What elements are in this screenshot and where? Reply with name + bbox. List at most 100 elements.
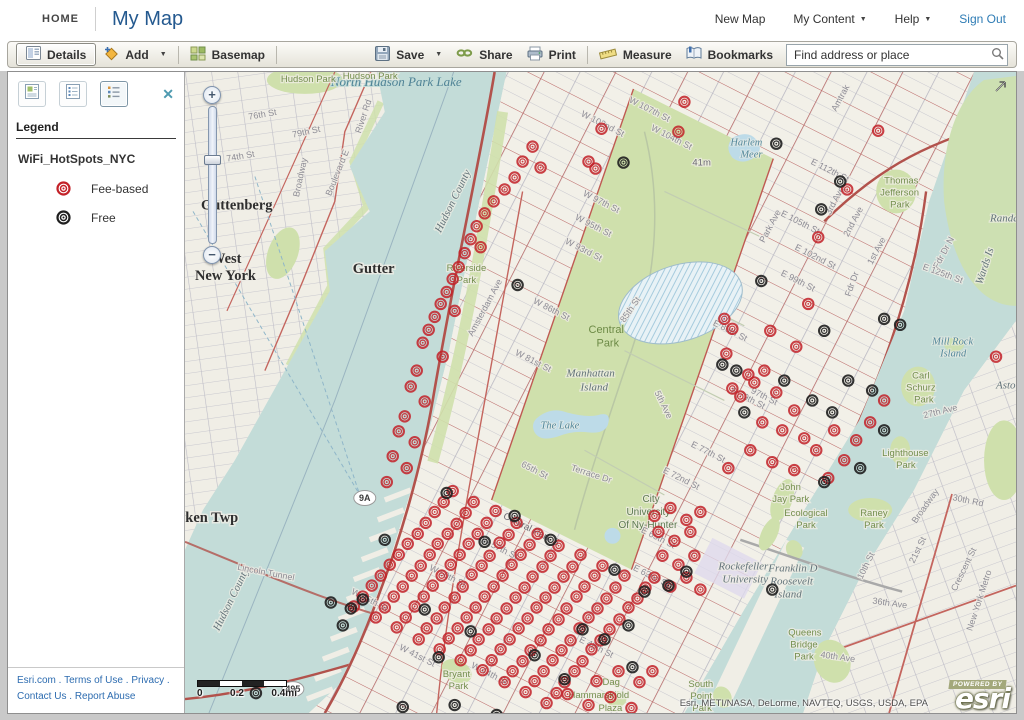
footer-link[interactable]: Terms of Use [64,675,123,686]
zoom-in-button[interactable]: + [203,86,221,104]
map-label: Park [890,199,910,210]
map-label: Bridge [790,639,817,650]
tab-contents[interactable] [59,81,87,107]
bookmarks-label: Bookmarks [707,47,773,62]
search-input[interactable] [792,46,991,63]
map-toolbar: Details Add ▼ Basemap Save ▼ Share Print [7,41,1017,68]
footer-link[interactable]: Privacy [131,675,164,686]
map-label: Park [914,394,934,405]
map-label: Bryant [443,669,471,680]
legend-heading: Legend [16,116,176,139]
nav-help-label: Help [894,12,920,26]
basemap-icon [190,46,206,64]
map-label: Lighthouse [882,448,928,459]
map-label: Manhattan [566,368,616,380]
details-icon [26,46,41,63]
scale-label: 0.2 [230,688,244,699]
esri-logo: POWERED BY esri [947,679,1011,712]
details-button[interactable]: Details [16,43,97,66]
chevron-down-icon: ▼ [924,15,932,23]
content-area: ✕ Legend WiFi_HotSpots_NYC Fee-based Fre… [7,71,1017,714]
highway-shield: 9A [353,490,377,506]
footer-link[interactable]: Report Abuse [75,691,136,702]
toolbar-row: Details Add ▼ Basemap Save ▼ Share Print [0,38,1024,71]
search-box [786,43,1008,66]
map-label: Astoria [995,380,1016,392]
zoom-slider-handle[interactable] [203,155,221,165]
map-label: Raney [860,508,888,519]
nav-my-content[interactable]: My Content ▼ [793,12,866,26]
add-icon [103,46,119,64]
print-label: Print [548,47,576,62]
share-label: Share [479,47,513,62]
map-canvas[interactable]: North Hudson Park LakeHudson Park Hudson … [185,72,1016,713]
print-button[interactable]: Print [520,44,583,66]
tab-about[interactable] [18,81,46,107]
legend-item-label: Free [91,210,116,225]
map-label: Park [796,520,816,531]
contents-icon [66,84,80,104]
fee-based-marker-icon [56,181,71,196]
map-label: New York [195,268,257,284]
map-label: Island [580,382,609,394]
map-label: Franklin D [767,563,817,575]
home-link[interactable]: HOME [42,13,79,25]
map-label: Schurz [906,383,936,394]
map-label: Hammarskjold [569,690,630,701]
zoom-out-button[interactable]: − [203,246,221,264]
save-button[interactable]: Save ▼ [368,44,449,66]
expand-arrow-icon[interactable] [993,78,1009,99]
measure-label: Measure [622,47,672,62]
share-button[interactable]: Share [449,45,519,64]
measure-button[interactable]: Measure [592,44,679,65]
side-panel: ✕ Legend WiFi_HotSpots_NYC Fee-based Fre… [8,72,185,713]
scale-label: 0.4mi [271,688,297,699]
close-icon[interactable]: ✕ [162,87,174,101]
add-button[interactable]: Add ▼ [96,44,173,66]
scale-bar-segments [197,680,287,687]
scale-label: 0 [197,688,203,699]
map-label: City [642,494,659,505]
legend-item-label: Fee-based [91,181,149,196]
toolbar-divider [276,45,277,64]
map-label: University [722,574,768,586]
free-marker-icon [56,210,71,225]
nav-help[interactable]: Help ▼ [895,12,932,26]
search-icon[interactable] [991,47,1004,63]
map-label: Ecological [784,508,827,519]
header-divider [95,7,96,31]
zoom-slider-track[interactable] [203,106,221,244]
map-label: Plaza [599,703,623,713]
powered-by-label: POWERED BY [947,679,1007,689]
zoom-out-icon: − [208,247,216,262]
measure-icon [598,46,618,63]
toolbar-divider [586,45,588,64]
details-label: Details [47,47,87,62]
map-label: Jefferson [880,187,919,198]
footer-link[interactable]: Esri.com [17,675,56,686]
sign-out-link[interactable]: Sign Out [959,12,1006,26]
map-label: The Lake [541,420,580,431]
layer-name: WiFi_HotSpots_NYC [18,152,136,166]
svg-text:9A: 9A [359,493,371,503]
map-label: Island [939,349,967,360]
map-label: Dag [602,677,619,688]
print-icon [527,46,543,64]
scale-bar: 0 0.2 0.4mi [197,680,297,699]
basemap-button[interactable]: Basemap [183,44,272,66]
map-label: Park [794,651,814,662]
map-label: Park [449,681,469,692]
map-container: North Hudson Park Lake Hudson Park Hudson … [185,72,1016,713]
footer-link[interactable]: Contact Us [17,691,66,702]
panel-footer: Esri.com . Terms of Use . Privacy . Cont… [8,667,184,713]
map-label: Gutter [353,261,395,277]
map-label: Park [896,460,916,471]
map-label: Randall [989,212,1016,224]
map-attribution: Esri, METI/NASA, DeLorme, NAVTEQ, USGS, … [679,698,928,709]
basemap-label: Basemap [211,47,265,62]
bookmarks-button[interactable]: Bookmarks [679,44,780,65]
map-label: Carl [912,371,929,382]
map-label: Rockefeller [717,561,769,573]
tab-legend[interactable] [100,81,128,107]
nav-new-map[interactable]: New Map [715,12,766,26]
